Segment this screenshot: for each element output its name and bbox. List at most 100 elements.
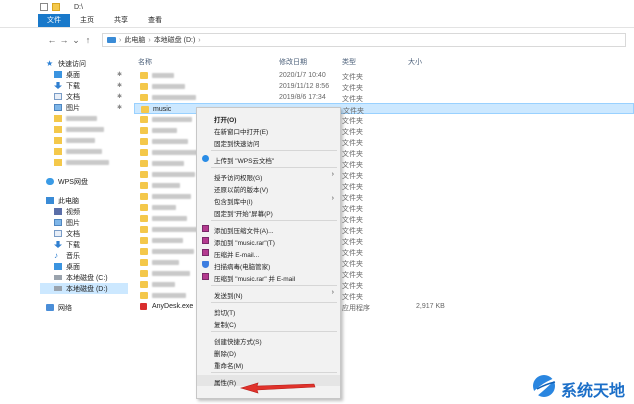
folder-icon (141, 106, 149, 113)
context-menu-item[interactable]: 固定到快速访问 (197, 136, 340, 148)
address-bar[interactable]: › 此电脑 › 本地磁盘 (D:) › (102, 33, 626, 47)
nav-item-label: 图片 (66, 104, 80, 112)
nav-item[interactable]: 图片 ✱ (40, 102, 128, 113)
breadcrumb-this-pc[interactable]: 此电脑 (124, 35, 145, 45)
folder-icon (140, 248, 148, 255)
nav-item[interactable]: 文档 (40, 228, 128, 239)
column-header-size[interactable]: 大小 (408, 57, 422, 67)
context-menu-item-label: 创建快捷方式(S) (214, 339, 262, 346)
nav-item[interactable]: 图片 (40, 217, 128, 228)
breadcrumb-drive-d[interactable]: 本地磁盘 (D:) (154, 35, 196, 45)
folder-icon (140, 116, 148, 123)
breadcrumb-separator-icon[interactable]: › (119, 37, 121, 44)
folder-icon (140, 94, 148, 101)
context-menu-item[interactable]: 发送到(N) › (197, 288, 340, 300)
tab-view[interactable]: 查看 (138, 14, 172, 27)
redacted-label (66, 160, 109, 165)
context-menu-item[interactable]: 固定到"开始"屏幕(P) (197, 206, 340, 218)
redacted-filename (152, 183, 180, 188)
nav-item[interactable]: 本地磁盘 (C:) (40, 272, 128, 283)
nav-item[interactable]: 桌面 ✱ (40, 69, 128, 80)
breadcrumb-separator-icon[interactable]: › (148, 37, 150, 44)
tab-file[interactable]: 文件 (38, 14, 70, 27)
quick-access-properties-icon[interactable] (40, 3, 48, 11)
redacted-label (66, 116, 97, 121)
document-icon (54, 93, 62, 100)
nav-item[interactable] (40, 124, 128, 135)
winrar-icon (202, 225, 209, 232)
redacted-filename (152, 139, 188, 144)
tab-home[interactable]: 主页 (70, 14, 104, 27)
winrar-icon (202, 237, 209, 244)
column-header-type[interactable]: 类型 (342, 57, 356, 67)
breadcrumb-separator-icon[interactable]: › (198, 37, 200, 44)
file-name: AnyDesk.exe (152, 303, 194, 310)
anydesk-app-icon (140, 303, 147, 310)
context-menu-item[interactable]: 压缩到 "music.rar" 并 E-mail (197, 271, 340, 283)
menu-separator (211, 331, 337, 332)
folder-icon (140, 292, 148, 299)
pin-icon: ✱ (116, 83, 122, 89)
context-menu-item-label: 添加到 "music.rar"(T) (214, 240, 275, 247)
context-menu-item-label: 属性(R) (214, 380, 237, 387)
nav-item[interactable]: 下载 ✱ (40, 80, 128, 91)
nav-item[interactable] (40, 113, 128, 124)
file-row[interactable]: 2019/11/12 8:56 文件夹 (134, 81, 634, 92)
forward-arrow-icon[interactable]: → (58, 35, 70, 45)
nav-item[interactable] (40, 146, 128, 157)
up-arrow-icon[interactable]: ↑ (82, 35, 94, 45)
tab-share[interactable]: 共享 (104, 14, 138, 27)
redacted-filename (152, 161, 184, 166)
column-header-date[interactable]: 修改日期 (279, 57, 307, 67)
nav-item[interactable] (40, 157, 128, 168)
context-menu-item[interactable]: 还原以前的版本(V) (197, 182, 340, 194)
redacted-filename (152, 117, 192, 122)
nav-item[interactable]: 文档 ✱ (40, 91, 128, 102)
file-row[interactable]: 2019/8/6 17:34 文件夹 (134, 92, 634, 103)
column-header-name[interactable]: 名称 (138, 57, 152, 67)
file-row[interactable]: 2020/1/7 10:40 文件夹 (134, 70, 634, 81)
back-arrow-icon[interactable]: ← (46, 35, 58, 45)
nav-item-label: 文档 (66, 230, 80, 238)
context-menu-item[interactable]: 重命名(M) (197, 358, 340, 370)
star-icon: ★ (46, 59, 54, 68)
context-menu-item[interactable]: 授予访问权限(G) › (197, 170, 340, 182)
context-menu-item[interactable]: 在新窗口中打开(E) (197, 124, 340, 136)
context-menu-item[interactable]: 压缩并 E-mail... (197, 247, 340, 259)
context-menu-item[interactable]: 删除(D) (197, 346, 340, 358)
quick-access-folder-icon[interactable] (52, 3, 60, 11)
nav-item[interactable]: WPS网盘 (40, 176, 128, 187)
context-menu-item[interactable]: 添加到压缩文件(A)... (197, 223, 340, 235)
context-menu-item[interactable]: 打开(O) (197, 112, 340, 124)
nav-item[interactable]: 下载 (40, 239, 128, 250)
nav-item[interactable]: ♪ 音乐 (40, 250, 128, 261)
redacted-filename (152, 271, 190, 276)
nav-item[interactable]: 此电脑 (40, 195, 128, 206)
redacted-filename (152, 194, 191, 199)
file-date: 2019/11/12 8:56 (279, 83, 330, 90)
context-menu-item[interactable]: 创建快捷方式(S) (197, 334, 340, 346)
context-menu-item[interactable]: 包含到库中(I) › (197, 194, 340, 206)
watermark-swoosh-icon (532, 375, 558, 397)
folder-icon (54, 126, 62, 133)
winrar-icon (202, 249, 209, 256)
window-title: D:\ (74, 3, 83, 11)
context-menu-item[interactable]: 扫描病毒(电脑管家) (197, 259, 340, 271)
redacted-label (66, 149, 102, 154)
context-menu-item-label: 重命名(M) (214, 363, 244, 370)
nav-item[interactable]: 桌面 (40, 261, 128, 272)
recent-chevron-icon[interactable]: ⌄ (70, 35, 82, 46)
nav-item[interactable] (40, 135, 128, 146)
context-menu-item[interactable]: 复制(C) (197, 317, 340, 329)
pin-icon: ✱ (116, 105, 122, 111)
nav-item[interactable]: ★ 快速访问 (40, 58, 128, 69)
context-menu-item[interactable]: 上传到 "WPS云文档" (197, 153, 340, 165)
context-menu-item[interactable]: 添加到 "music.rar"(T) (197, 235, 340, 247)
redacted-filename (152, 238, 183, 243)
network-icon (46, 304, 54, 311)
nav-item[interactable]: 网络 (40, 302, 128, 313)
nav-item[interactable]: 视频 (40, 206, 128, 217)
folder-icon (140, 259, 148, 266)
nav-item[interactable]: 本地磁盘 (D:) (40, 283, 128, 294)
context-menu-item[interactable]: 剪切(T) (197, 305, 340, 317)
